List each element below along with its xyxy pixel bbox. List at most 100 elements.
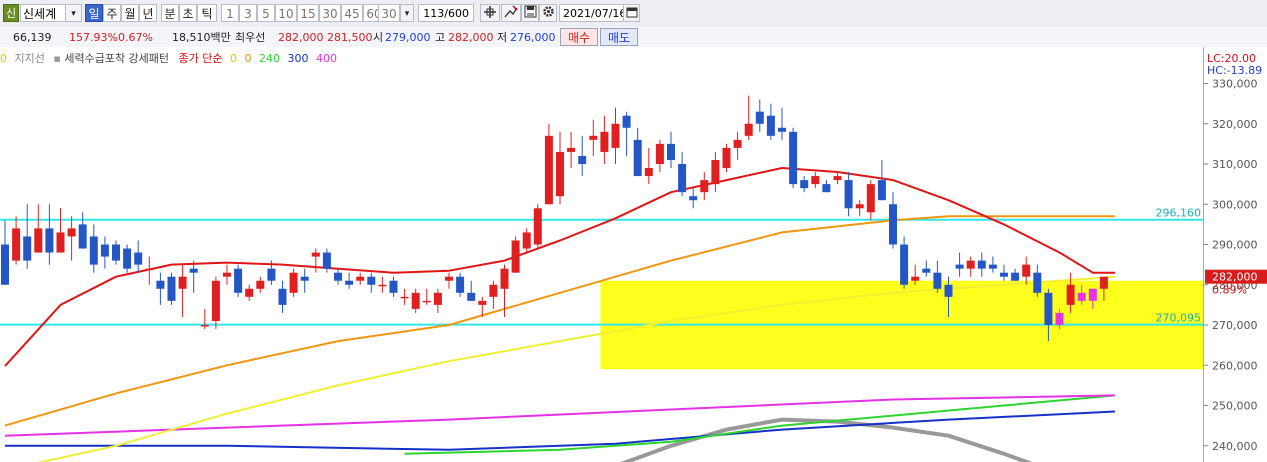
price-chart[interactable]: 296,160 270,095 330,000 320,000 310,000 300,…: [0, 47, 1267, 462]
crosshair-icon[interactable]: [480, 4, 500, 22]
toolbar: 신 신세계 ▾ 일 주 월 년 분 초 틱 1 3 5 10 15 30 45 …: [0, 0, 1267, 28]
candle-body: [911, 276, 920, 281]
candle[interactable]: [511, 236, 520, 273]
candle[interactable]: [722, 143, 731, 173]
y-tick-label: 290,000: [1212, 239, 1258, 252]
candle-body: [1066, 284, 1075, 305]
hline-label-1: 270,095: [1156, 312, 1202, 325]
open-value: 279,000: [385, 31, 431, 44]
legend: 0 지지선 ▪ 세력수급포착 강세패턴 종가 단순 0 0 240 300 40…: [0, 52, 338, 65]
candle-body: [34, 228, 43, 253]
candle-body: [89, 236, 98, 265]
calendar-icon[interactable]: [623, 4, 640, 22]
best-bid: 281,500: [327, 31, 373, 44]
candle-body: [1033, 272, 1042, 293]
legend-support[interactable]: 지지선: [15, 52, 45, 65]
period-second[interactable]: 초: [179, 4, 197, 22]
candle-body: [467, 292, 476, 301]
buy-button[interactable]: 매수: [560, 28, 598, 46]
candle[interactable]: [289, 268, 298, 297]
interval-30[interactable]: 30: [319, 4, 341, 22]
page-counter[interactable]: 113/600: [418, 4, 474, 22]
legend-pattern[interactable]: 세력수급포착 강세패턴: [64, 52, 169, 65]
candle[interactable]: [789, 127, 798, 189]
chevron-down-icon[interactable]: ▾: [400, 4, 414, 22]
candle-body: [356, 276, 365, 281]
candle[interactable]: [167, 272, 176, 305]
candle[interactable]: [234, 264, 243, 297]
candle-body: [145, 268, 154, 271]
period-year[interactable]: 년: [139, 4, 157, 22]
candle-body: [311, 252, 320, 257]
candle[interactable]: [533, 204, 542, 249]
candle-body: [112, 244, 120, 261]
candle-body: [45, 228, 54, 253]
candle-body: [766, 115, 775, 136]
candle-body: [456, 276, 465, 293]
stock-logo-icon[interactable]: 신: [3, 4, 19, 22]
interval-3[interactable]: 3: [239, 4, 257, 22]
interval-input[interactable]: 30: [378, 4, 400, 22]
candle-body: [567, 147, 576, 152]
candle-body: [1055, 312, 1064, 325]
period-day[interactable]: 일: [85, 4, 103, 22]
candle-body: [445, 276, 453, 281]
period-minute[interactable]: 분: [161, 4, 179, 22]
candle-body: [667, 143, 675, 160]
best-ask: 282,000: [278, 31, 324, 44]
candle-body: [755, 111, 764, 124]
interval-45[interactable]: 45: [341, 4, 363, 22]
current-price-label: 282,000: [1212, 271, 1258, 284]
legend-ma-label[interactable]: 종가 단순: [179, 52, 223, 65]
candle-body: [533, 208, 542, 245]
candle-body: [223, 272, 231, 277]
candle-body: [722, 147, 731, 169]
search-icon[interactable]: ▾: [65, 4, 82, 22]
candle-body: [334, 272, 342, 281]
candle-body: [345, 280, 354, 285]
legend-ma-400: 400: [316, 52, 338, 65]
candle[interactable]: [544, 123, 553, 205]
candle-body: [522, 232, 531, 249]
candle-body: [1022, 264, 1031, 277]
y-tick-label: 260,000: [1212, 359, 1258, 372]
candle-body: [134, 252, 143, 265]
page-total: /600: [444, 7, 469, 20]
period-week[interactable]: 주: [103, 4, 121, 22]
candle[interactable]: [123, 244, 132, 273]
candle-body: [1, 244, 9, 285]
candle-body: [578, 155, 587, 164]
candle-body: [611, 123, 620, 148]
sell-button[interactable]: 매도: [600, 28, 638, 46]
interval-1[interactable]: 1: [221, 4, 239, 22]
candle-body: [622, 115, 631, 128]
draw-line-icon[interactable]: [501, 4, 521, 22]
candle-body: [811, 176, 820, 185]
candle-body: [733, 139, 742, 148]
low-label: 저: [497, 31, 508, 44]
period-month[interactable]: 월: [121, 4, 139, 22]
gear-icon[interactable]: [539, 4, 557, 22]
volume-ratio: 157.93%: [69, 31, 118, 44]
save-icon[interactable]: [521, 4, 539, 22]
interval-10[interactable]: 10: [275, 4, 297, 22]
candle-body: [1011, 272, 1020, 281]
candle-body: [966, 260, 975, 269]
y-tick-label: 270,000: [1212, 319, 1258, 332]
candle-body: [167, 276, 176, 301]
candle-body: [367, 276, 376, 285]
interval-5[interactable]: 5: [257, 4, 275, 22]
candle-body: [700, 180, 709, 193]
period-tick[interactable]: 틱: [197, 4, 217, 22]
candle-body: [778, 127, 786, 132]
candle-body: [822, 184, 831, 193]
candle-body: [389, 280, 398, 293]
candle-body: [544, 135, 553, 205]
trade-amount: 18,510백만: [172, 31, 231, 44]
interval-15[interactable]: 15: [297, 4, 319, 22]
candle-body: [189, 268, 198, 273]
legend-ma-300: 300: [287, 52, 309, 65]
high-value: 282,000: [448, 31, 494, 44]
best-price-label: 최우선: [235, 31, 266, 44]
candle-body: [256, 280, 265, 289]
